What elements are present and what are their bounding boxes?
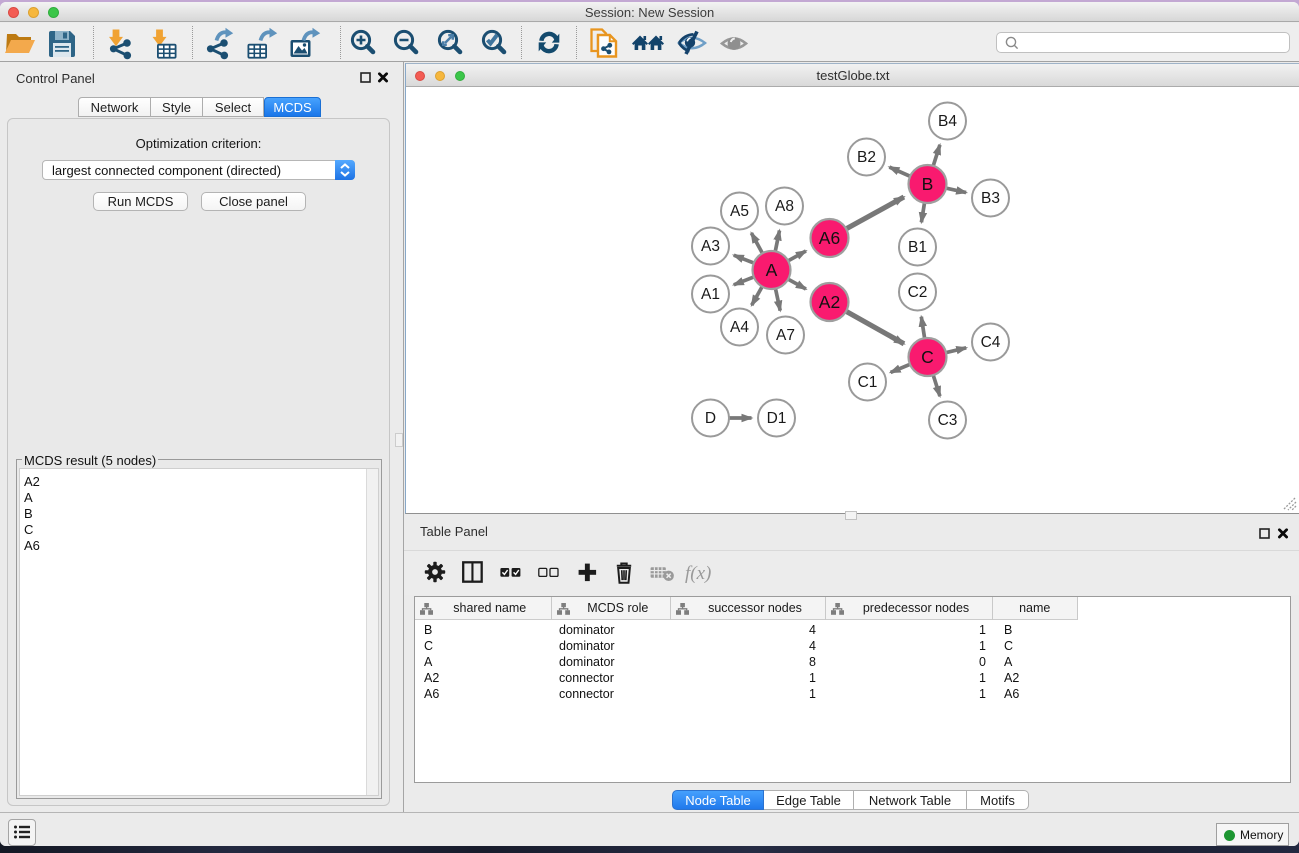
svg-text:B: B [922, 174, 934, 194]
svg-text:A3: A3 [701, 238, 720, 255]
svg-text:A4: A4 [730, 319, 749, 336]
svg-text:B2: B2 [857, 149, 876, 166]
svg-text:A: A [766, 260, 778, 280]
svg-text:f(x): f(x) [685, 563, 711, 584]
svg-text:D1: D1 [767, 410, 787, 427]
svg-text:A7: A7 [776, 327, 795, 344]
svg-text:A8: A8 [775, 198, 794, 215]
svg-text:C4: C4 [981, 334, 1001, 351]
svg-text:A6: A6 [819, 228, 840, 248]
svg-text:A5: A5 [730, 203, 749, 220]
svg-text:B4: B4 [938, 113, 957, 130]
svg-text:A1: A1 [701, 286, 720, 303]
svg-text:A2: A2 [819, 292, 840, 312]
svg-text:C: C [921, 347, 934, 367]
svg-text:C2: C2 [908, 284, 928, 301]
svg-text:B3: B3 [981, 190, 1000, 207]
svg-text:B1: B1 [908, 239, 927, 256]
svg-text:C3: C3 [938, 412, 958, 429]
svg-text:C1: C1 [858, 374, 878, 391]
svg-text:D: D [705, 410, 716, 427]
